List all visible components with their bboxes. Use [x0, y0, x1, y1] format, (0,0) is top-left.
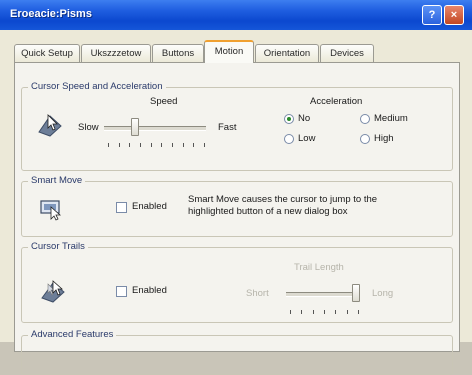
speed-slider-thumb[interactable] [130, 118, 139, 136]
tab-buttons[interactable]: Buttons [152, 44, 204, 62]
accel-high-radio[interactable] [360, 134, 370, 144]
smart-move-icon [40, 200, 62, 221]
smart-move-enabled-checkbox[interactable] [116, 202, 127, 213]
accel-high-label: High [374, 133, 394, 144]
help-button[interactable]: ? [422, 5, 442, 25]
trail-length-slider-thumb[interactable] [352, 284, 360, 302]
speed-slider-track[interactable] [104, 126, 206, 131]
slow-label: Slow [78, 122, 99, 133]
accel-low-label: Low [298, 133, 316, 144]
smart-move-group: Smart Move Enabled Smart Move causes the… [21, 175, 453, 237]
advanced-features-group-label: Advanced Features [28, 329, 117, 340]
smart-move-description: Smart Move causes the cursor to jump to … [188, 194, 378, 217]
accel-no-radio[interactable] [284, 114, 294, 124]
cursor-trails-enabled-label: Enabled [132, 285, 167, 296]
cursor-trails-group-label: Cursor Trails [28, 241, 88, 252]
accel-medium-label: Medium [374, 113, 408, 124]
smart-move-enabled-label: Enabled [132, 201, 167, 212]
trail-short-label: Short [246, 288, 269, 299]
slider-tick [346, 310, 348, 314]
slider-tick [290, 310, 291, 314]
cursor-trails-group: Cursor Trails Enabled Trail Length Short… [21, 241, 453, 323]
cursor-trails-icon [41, 280, 65, 303]
title-bar[interactable]: Eroeacie:Pisms ? × [0, 0, 472, 30]
cursor-speed-icon [38, 114, 62, 137]
tab-ukszzzetow[interactable]: Ukszzzetow [81, 44, 151, 62]
slider-tick [312, 310, 314, 314]
mouse-properties-window: Eroeacie:Pisms ? × Quick Setup Ukszzzeto… [0, 0, 472, 375]
close-button[interactable]: × [444, 5, 464, 25]
slider-tick [140, 143, 141, 147]
slider-tick [301, 310, 303, 314]
slider-tick [118, 143, 120, 147]
trail-length-slider-ticks [290, 310, 359, 314]
slider-tick [358, 310, 359, 314]
tab-quick-setup[interactable]: Quick Setup [14, 44, 80, 62]
accel-no-label: No [298, 113, 311, 124]
slider-tick [161, 143, 163, 147]
slider-tick [204, 143, 205, 147]
cursor-speed-group: Cursor Speed and Acceleration Speed Slow… [21, 81, 453, 171]
slider-tick [324, 310, 325, 314]
tab-orientation[interactable]: Orientation [255, 44, 319, 62]
slider-tick [172, 143, 173, 147]
window-title: Eroeacie:Pisms [10, 8, 92, 20]
slider-tick [108, 143, 109, 147]
accel-low-radio[interactable] [284, 134, 294, 144]
cursor-speed-group-label: Cursor Speed and Acceleration [28, 81, 166, 92]
trail-long-label: Long [372, 288, 394, 299]
smart-move-group-label: Smart Move [28, 175, 86, 186]
accel-medium-radio[interactable] [360, 114, 370, 124]
trail-length-label: Trail Length [294, 262, 344, 273]
slider-tick [335, 310, 337, 314]
speed-slider-ticks [108, 143, 205, 147]
speed-label: Speed [150, 96, 178, 107]
tab-motion[interactable]: Motion [204, 40, 254, 63]
slider-tick [150, 143, 152, 147]
acceleration-label: Acceleration [310, 96, 363, 107]
advanced-features-group: Advanced Features [21, 329, 453, 375]
fast-label: Fast [218, 122, 237, 133]
tab-devices[interactable]: Devices [320, 44, 374, 62]
cursor-trails-enabled-checkbox[interactable] [116, 286, 127, 297]
trail-length-slider-track[interactable] [286, 292, 358, 297]
motion-panel: Cursor Speed and Acceleration Speed Slow… [14, 62, 460, 375]
slider-tick [182, 143, 184, 147]
slider-tick [129, 143, 131, 147]
slider-tick [193, 143, 195, 147]
